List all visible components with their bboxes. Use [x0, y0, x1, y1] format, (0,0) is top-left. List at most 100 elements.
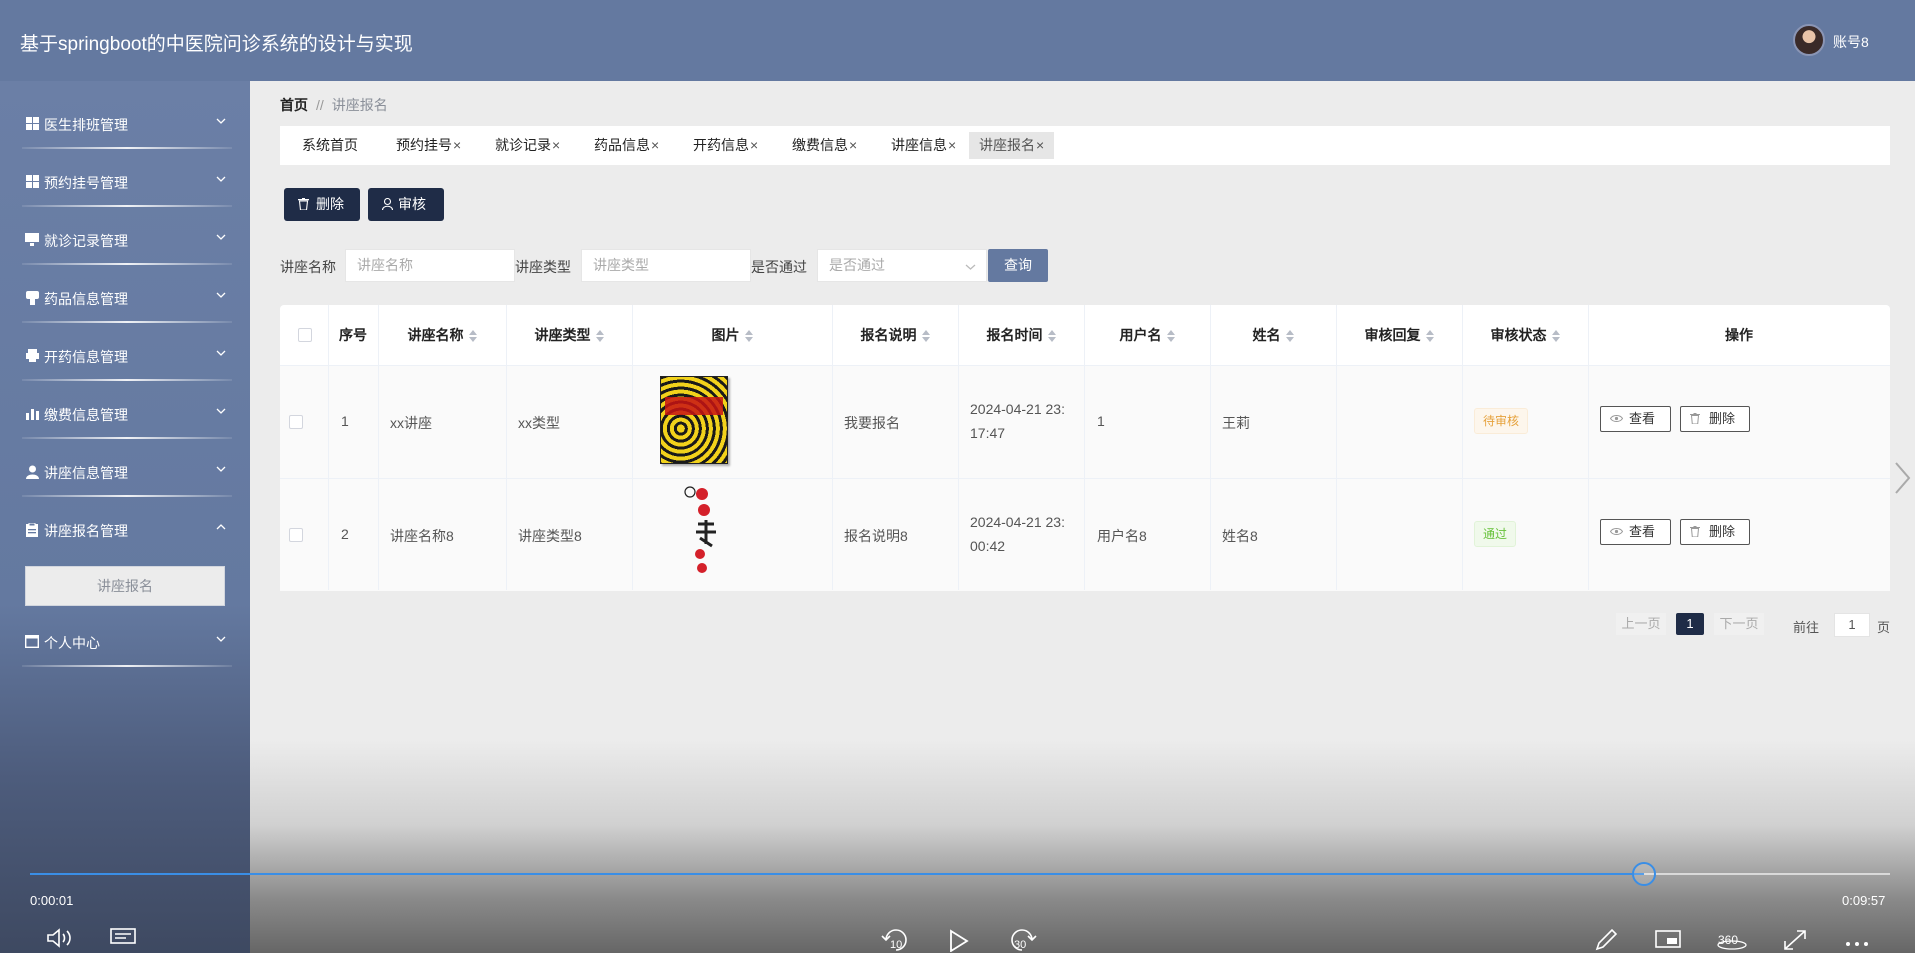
- sidebar-item-personal-center[interactable]: 个人中心: [0, 613, 250, 665]
- goto-page-input[interactable]: 1: [1834, 613, 1870, 637]
- sidebar-item-lecture-signup[interactable]: 讲座报名管理: [0, 501, 250, 553]
- sort-icon[interactable]: [1166, 330, 1175, 343]
- sort-icon[interactable]: [744, 330, 753, 343]
- next-page-button[interactable]: 下一页: [1714, 613, 1764, 635]
- sidebar-item-doctor-schedule[interactable]: 医生排班管理: [0, 95, 250, 147]
- tab-visit-records[interactable]: 就诊记录×: [485, 132, 570, 159]
- cell-type: 讲座类型8: [518, 528, 582, 544]
- row-delete-button[interactable]: 删除: [1680, 519, 1750, 545]
- row-checkbox[interactable]: [289, 528, 303, 542]
- breadcrumb: 首页 // 讲座报名: [280, 95, 388, 115]
- sidebar-item-label: 讲座报名管理: [44, 523, 128, 539]
- prev-page-button[interactable]: 上一页: [1616, 613, 1666, 635]
- total-time: 0:09:57: [1842, 893, 1886, 908]
- sidebar-item-appointment[interactable]: 预约挂号管理: [0, 153, 250, 205]
- sidebar-item-prescription[interactable]: 开药信息管理: [0, 327, 250, 379]
- column-header-reply[interactable]: 审核回复: [1336, 305, 1462, 365]
- close-icon[interactable]: ×: [651, 137, 659, 153]
- sort-icon[interactable]: [1047, 330, 1056, 343]
- close-icon[interactable]: ×: [552, 137, 560, 153]
- player-overlay: [250, 740, 1915, 953]
- row-checkbox[interactable]: [289, 415, 303, 429]
- tab-appointment[interactable]: 预约挂号×: [386, 132, 471, 159]
- close-icon[interactable]: ×: [453, 137, 461, 153]
- column-header-time[interactable]: 报名时间: [958, 305, 1084, 365]
- tab-drug-info[interactable]: 药品信息×: [584, 132, 669, 159]
- column-header-realname[interactable]: 姓名: [1210, 305, 1336, 365]
- column-header-desc[interactable]: 报名说明: [832, 305, 958, 365]
- pencil-icon[interactable]: [1594, 928, 1620, 953]
- column-header-image[interactable]: 图片: [632, 305, 832, 365]
- cell-time-clock: 17:47: [970, 425, 1006, 441]
- page-1-button[interactable]: 1: [1676, 613, 1704, 635]
- query-button[interactable]: 查询: [988, 249, 1048, 282]
- select-all-checkbox[interactable]: [298, 328, 312, 342]
- close-icon[interactable]: ×: [948, 137, 956, 153]
- pass-select[interactable]: 是否通过: [817, 249, 987, 282]
- sort-icon[interactable]: [1285, 330, 1294, 343]
- avatar[interactable]: [1793, 24, 1825, 56]
- rewind-label: 10: [890, 939, 902, 951]
- close-icon[interactable]: ×: [750, 137, 758, 153]
- fullscreen-icon[interactable]: [1782, 928, 1808, 953]
- user-name[interactable]: 账号8: [1833, 32, 1869, 52]
- sort-icon[interactable]: [1551, 330, 1560, 343]
- chevron-right-icon[interactable]: [1893, 461, 1911, 500]
- sort-icon[interactable]: [468, 330, 477, 343]
- lecture-image[interactable]: [672, 480, 742, 574]
- lecture-type-input[interactable]: 讲座类型: [581, 249, 751, 282]
- sidebar-item-visit-records[interactable]: 就诊记录管理: [0, 211, 250, 263]
- cell-name: 讲座名称8: [390, 528, 454, 544]
- breadcrumb-separator: //: [316, 97, 324, 113]
- monitor-icon: [25, 233, 39, 247]
- close-icon[interactable]: ×: [849, 137, 857, 153]
- status-badge: 待审核: [1474, 408, 1529, 434]
- tab-home[interactable]: 系统首页: [292, 132, 368, 159]
- header-label: 审核状态: [1490, 327, 1547, 343]
- vr-360-icon[interactable]: 360: [1716, 928, 1748, 953]
- elapsed-time: 0:00:01: [30, 893, 74, 908]
- tab-label: 系统首页: [302, 137, 358, 153]
- play-icon[interactable]: [948, 928, 970, 953]
- tab-lecture-signup[interactable]: 讲座报名×: [969, 132, 1055, 159]
- delete-button[interactable]: 删除: [284, 188, 360, 221]
- tab-label: 预约挂号: [396, 137, 452, 153]
- sidebar-item-drug-info[interactable]: 药品信息管理: [0, 269, 250, 321]
- sidebar-item-payment[interactable]: 缴费信息管理: [0, 385, 250, 437]
- tab-lecture-info[interactable]: 讲座信息×: [881, 132, 966, 159]
- submenu-item-lecture-signup[interactable]: 讲座报名: [25, 566, 225, 606]
- sort-icon[interactable]: [921, 330, 930, 343]
- volume-icon[interactable]: [46, 928, 74, 953]
- sort-icon[interactable]: [595, 330, 604, 343]
- cell-index: 1: [341, 413, 349, 429]
- cell-username: 1: [1097, 413, 1105, 429]
- lecture-image[interactable]: [660, 376, 728, 464]
- sidebar-item-label: 个人中心: [44, 635, 100, 651]
- column-header-status[interactable]: 审核状态: [1462, 305, 1588, 365]
- lecture-name-input[interactable]: 讲座名称: [345, 249, 515, 282]
- subtitles-icon[interactable]: [110, 928, 136, 953]
- forward-label: 30: [1014, 939, 1026, 951]
- audit-button[interactable]: 审核: [368, 188, 444, 221]
- column-header-type[interactable]: 讲座类型: [506, 305, 632, 365]
- column-header-name[interactable]: 讲座名称: [378, 305, 506, 365]
- breadcrumb-home[interactable]: 首页: [280, 97, 308, 113]
- column-header-username[interactable]: 用户名: [1084, 305, 1210, 365]
- close-icon[interactable]: ×: [1036, 137, 1044, 153]
- sort-icon[interactable]: [1425, 330, 1434, 343]
- forward-icon[interactable]: 30: [1006, 928, 1038, 953]
- miniplayer-icon[interactable]: [1655, 928, 1681, 953]
- sidebar-item-lecture-info[interactable]: 讲座信息管理: [0, 443, 250, 495]
- tab-prescription[interactable]: 开药信息×: [683, 132, 768, 159]
- progress-bar[interactable]: [30, 862, 1890, 886]
- rewind-icon[interactable]: 10: [880, 928, 912, 953]
- chevron-down-icon: [216, 634, 226, 644]
- view-button[interactable]: 查看: [1600, 519, 1671, 545]
- cover-banner: [665, 397, 723, 415]
- tab-payment[interactable]: 缴费信息×: [782, 132, 867, 159]
- row-delete-button[interactable]: 删除: [1680, 406, 1750, 432]
- more-icon[interactable]: [1844, 928, 1870, 953]
- view-button-label: 查看: [1629, 411, 1656, 426]
- data-table: 序号 讲座名称 讲座类型 图片 报名说明 报名时间 用户名 姓名 审核回复 审核…: [280, 305, 1890, 591]
- view-button[interactable]: 查看: [1600, 406, 1671, 432]
